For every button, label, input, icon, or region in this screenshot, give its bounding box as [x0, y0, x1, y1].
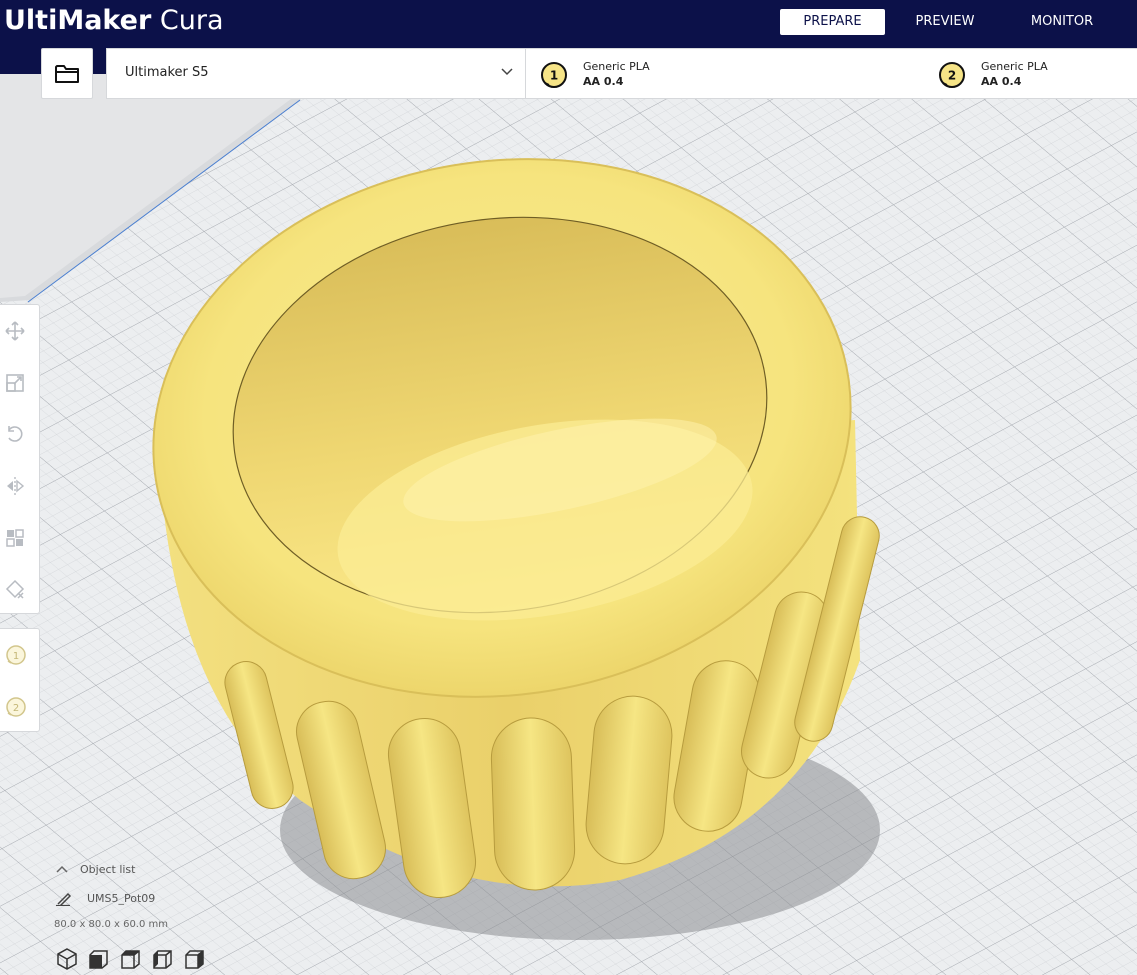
chevron-up-icon: [56, 865, 68, 873]
folder-icon: [55, 65, 79, 83]
extruder-1-core: AA 0.4: [583, 75, 624, 88]
top-view-icon[interactable]: [118, 946, 144, 972]
extruder-2[interactable]: 2 Generic PLA AA 0.4: [938, 49, 1128, 98]
tab-preview[interactable]: PREVIEW: [900, 9, 990, 35]
left-view-icon[interactable]: [150, 946, 176, 972]
rotate-icon[interactable]: [5, 424, 25, 444]
extruder-2-selector-number: 2: [13, 703, 19, 714]
extruder-1-number: 1: [550, 69, 558, 83]
right-view-icon[interactable]: [182, 946, 208, 972]
extruder-badge-icon: 2: [939, 62, 965, 88]
printer-selector[interactable]: Ultimaker S5: [106, 48, 526, 99]
object-name[interactable]: UMS5_Pot09: [87, 892, 155, 905]
extruder-2-material: Generic PLA: [981, 60, 1048, 73]
extruder-2-core: AA 0.4: [981, 75, 1022, 88]
3d-view-icon[interactable]: [54, 946, 80, 972]
per-model-settings-icon[interactable]: [5, 528, 25, 548]
print-core-material-selector[interactable]: 1 Generic PLA AA 0.4 2 Generic PLA AA 0.…: [525, 48, 1137, 99]
object-dimensions: 80.0 x 80.0 x 60.0 mm: [54, 919, 169, 930]
3d-viewport[interactable]: [0, 74, 1137, 975]
tool-panel: [0, 304, 40, 614]
support-blocker-icon[interactable]: [5, 579, 25, 599]
build-plate-scene: [0, 74, 1137, 975]
printer-name: Ultimaker S5: [125, 65, 209, 80]
object-list-panel: Object list UMS5_Pot09 80.0 x 80.0 x 60.…: [54, 862, 254, 975]
object-list-title: Object list: [80, 863, 136, 876]
extruder-1[interactable]: 1 Generic PLA AA 0.4: [540, 49, 900, 98]
extruder-1-material: Generic PLA: [583, 60, 650, 73]
mirror-icon[interactable]: [5, 476, 25, 496]
extruder-selector-panel: 1 2: [0, 628, 40, 732]
scale-icon[interactable]: [5, 373, 25, 393]
extruder-badge-icon: 1: [541, 62, 567, 88]
chevron-down-icon: [501, 68, 513, 76]
extruder-2-selector[interactable]: 2: [5, 696, 27, 718]
extruder-1-selector-number: 1: [13, 651, 19, 662]
move-icon[interactable]: [5, 321, 25, 341]
app-logo: UltiMaker Cura: [4, 5, 224, 36]
extruder-1-selector[interactable]: 1: [5, 644, 27, 666]
tab-monitor[interactable]: MONITOR: [1018, 9, 1106, 35]
pencil-icon[interactable]: [56, 892, 72, 906]
open-file-button[interactable]: [41, 48, 93, 99]
tab-prepare[interactable]: PREPARE: [780, 9, 885, 35]
extruder-2-number: 2: [948, 69, 956, 83]
front-view-icon[interactable]: [86, 946, 112, 972]
